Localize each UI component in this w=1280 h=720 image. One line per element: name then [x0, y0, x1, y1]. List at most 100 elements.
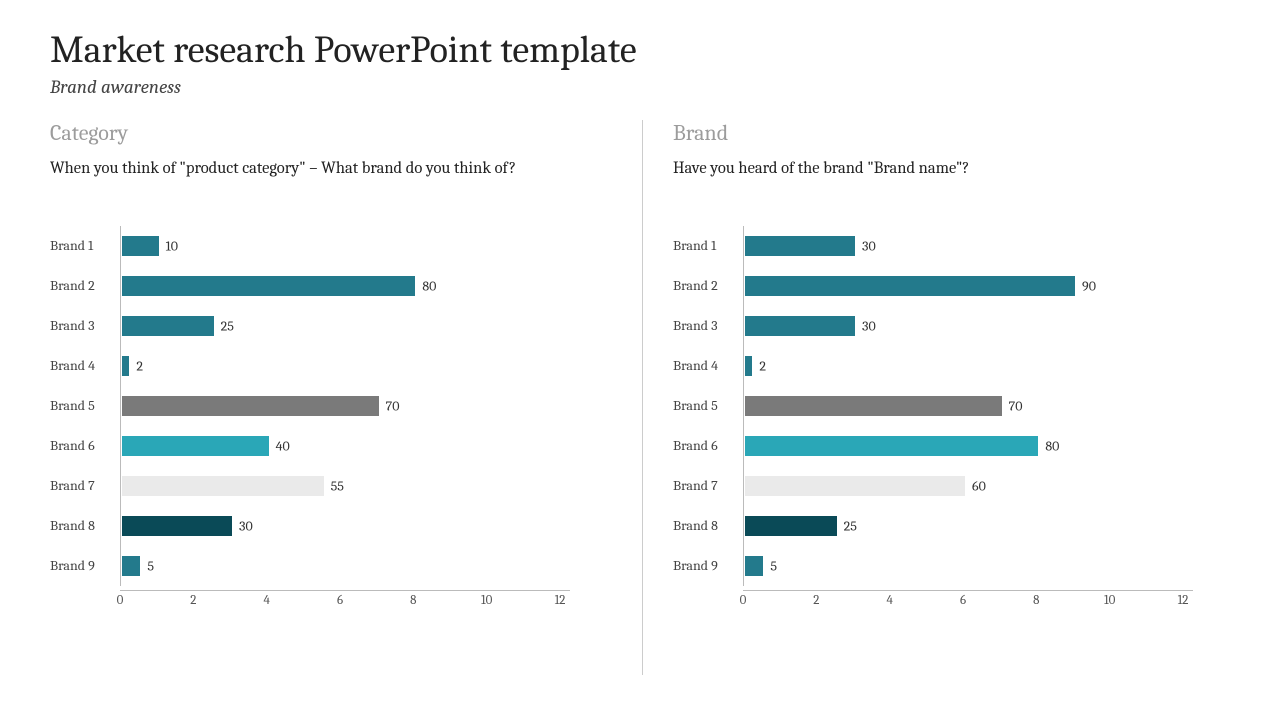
value-label: 70 — [1009, 397, 1023, 414]
panel-question-right: Have you heard of the brand "Brand name"… — [673, 158, 1235, 202]
value-label: 10 — [166, 237, 178, 254]
x-tick: 10 — [481, 593, 492, 608]
value-label: 60 — [972, 477, 986, 494]
category-label: Brand 8 — [50, 517, 120, 534]
value-label: 40 — [276, 437, 290, 454]
plot-area: 80 — [743, 426, 1193, 466]
x-tick: 6 — [337, 593, 343, 608]
category-label: Brand 9 — [50, 557, 120, 574]
value-label: 5 — [770, 557, 777, 574]
category-label: Brand 9 — [673, 557, 743, 574]
bar — [745, 356, 752, 376]
chart-row: Brand 280 — [50, 266, 570, 306]
plot-area: 90 — [743, 266, 1193, 306]
x-tick: 10 — [1104, 593, 1115, 608]
plot-area: 25 — [120, 306, 570, 346]
chart-row: Brand 9 5 — [673, 546, 1193, 586]
category-label: Brand 4 — [50, 357, 120, 374]
x-tick: 2 — [813, 593, 819, 608]
bar — [122, 556, 140, 576]
chart-row: Brand 570 — [673, 386, 1193, 426]
bar — [745, 476, 965, 496]
value-label: 25 — [844, 517, 857, 534]
bar — [745, 236, 855, 256]
x-tick: 12 — [1178, 593, 1189, 608]
plot-area: 80 — [120, 266, 570, 306]
slide-title: Market research PowerPoint template — [50, 30, 1235, 72]
plot-area: 10 — [120, 226, 570, 266]
category-label: Brand 7 — [50, 477, 120, 494]
chart-row: Brand 3 30 — [673, 306, 1193, 346]
value-label: 2 — [136, 357, 143, 374]
bar — [745, 276, 1075, 296]
chart-row: Brand 6 40 — [50, 426, 570, 466]
panels: Category When you think of "product cate… — [50, 120, 1235, 675]
bar — [745, 436, 1038, 456]
value-label: 30 — [239, 517, 253, 534]
chart-row: Brand 1 30 — [673, 226, 1193, 266]
plot-area: 2 — [120, 346, 570, 386]
slide-subtitle: Brand awareness — [50, 76, 1235, 98]
x-tick: 2 — [190, 593, 196, 608]
chart-row: Brand 570 — [50, 386, 570, 426]
category-label: Brand 8 — [673, 517, 743, 534]
chart-row: Brand 4 2 — [673, 346, 1193, 386]
panel-title-left: Category — [50, 120, 612, 146]
chart-row: Brand 9 5 — [50, 546, 570, 586]
chart-row: Brand 760 — [673, 466, 1193, 506]
bar — [122, 436, 269, 456]
plot-area: 70 — [743, 386, 1193, 426]
divider — [642, 120, 643, 675]
value-label: 90 — [1082, 277, 1096, 294]
slide: Market research PowerPoint template Bran… — [0, 0, 1280, 720]
x-tick: 6 — [960, 593, 966, 608]
x-tick: 12 — [555, 593, 566, 608]
chart-category: Brand 110Brand 280Brand 325Brand 42Brand… — [50, 226, 570, 609]
plot-area: 5 — [120, 546, 570, 586]
chart-row: Brand 680 — [673, 426, 1193, 466]
chart-row: Brand 3 25 — [50, 306, 570, 346]
chart-row: Brand 4 2 — [50, 346, 570, 386]
x-tick: 0 — [740, 593, 747, 608]
bar — [122, 236, 159, 256]
value-label: 25 — [221, 317, 234, 334]
category-label: Brand 2 — [50, 277, 120, 294]
bar — [745, 516, 837, 536]
chart-row: Brand 8 30 — [50, 506, 570, 546]
chart-row: Brand 110 — [50, 226, 570, 266]
bar — [745, 556, 763, 576]
plot-area: 70 — [120, 386, 570, 426]
value-label: 70 — [386, 397, 400, 414]
value-label: 30 — [862, 237, 876, 254]
category-label: Brand 6 — [673, 437, 743, 454]
x-tick: 8 — [410, 593, 416, 608]
panel-title-right: Brand — [673, 120, 1235, 146]
bar — [122, 276, 415, 296]
bar — [122, 476, 324, 496]
panel-question-left: When you think of "product category" – W… — [50, 158, 612, 202]
chart-row: Brand 8 25 — [673, 506, 1193, 546]
plot-area: 5 — [743, 546, 1193, 586]
value-label: 2 — [759, 357, 766, 374]
value-label: 30 — [862, 317, 876, 334]
category-label: Brand 1 — [673, 237, 743, 254]
bar — [745, 396, 1002, 416]
plot-area: 30 — [743, 306, 1193, 346]
chart-row: Brand 7 55 — [50, 466, 570, 506]
category-label: Brand 3 — [673, 317, 743, 334]
value-label: 55 — [331, 477, 344, 494]
bar — [122, 356, 129, 376]
plot-area: 60 — [743, 466, 1193, 506]
x-axis: 024681012 — [673, 590, 1193, 609]
category-label: Brand 6 — [50, 437, 120, 454]
chart-row: Brand 2 90 — [673, 266, 1193, 306]
value-label: 5 — [147, 557, 154, 574]
category-label: Brand 2 — [673, 277, 743, 294]
category-label: Brand 3 — [50, 317, 120, 334]
panel-category: Category When you think of "product cate… — [50, 120, 632, 675]
plot-area: 30 — [743, 226, 1193, 266]
x-tick: 4 — [886, 593, 892, 608]
category-label: Brand 4 — [673, 357, 743, 374]
plot-area: 25 — [743, 506, 1193, 546]
plot-area: 30 — [120, 506, 570, 546]
